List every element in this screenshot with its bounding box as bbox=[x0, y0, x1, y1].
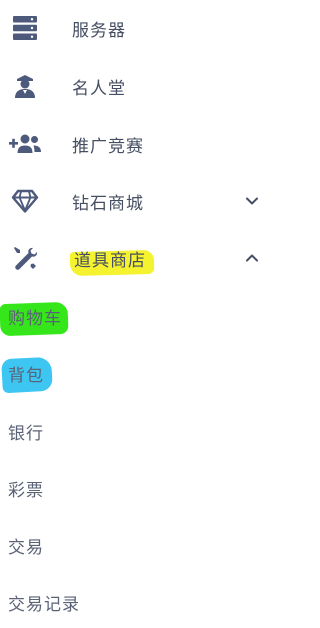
sidebar-subitem-label: 彩票 bbox=[8, 480, 44, 501]
sidebar-subitem-label: 背包 bbox=[8, 361, 44, 386]
sidebar-menu: 服务器 名人堂 推广竞赛 钻石商城 道具商店 购物车 背包 银行 彩票 交易 交… bbox=[0, 0, 300, 627]
sidebar-subitem-trade[interactable]: 交易 bbox=[0, 519, 300, 571]
sidebar-item-hall-of-fame[interactable]: 名人堂 bbox=[0, 60, 300, 112]
server-icon bbox=[8, 11, 42, 45]
sidebar-subitem-cart[interactable]: 购物车 bbox=[0, 290, 300, 342]
sidebar-item-promotion-contest[interactable]: 推广竞赛 bbox=[0, 118, 300, 170]
sidebar-subitem-backpack[interactable]: 背包 bbox=[0, 347, 300, 399]
sidebar-item-server[interactable]: 服务器 bbox=[0, 2, 300, 54]
add-users-icon bbox=[8, 127, 42, 161]
sidebar-subitem-bank[interactable]: 银行 bbox=[0, 405, 300, 457]
diamond-icon bbox=[8, 184, 42, 218]
sidebar-subitem-label: 购物车 bbox=[8, 304, 62, 329]
sidebar-item-diamond-mall[interactable]: 钻石商城 bbox=[0, 175, 300, 227]
sidebar-item-label: 推广竞赛 bbox=[72, 136, 144, 157]
sidebar-item-label: 钻石商城 bbox=[72, 193, 144, 214]
sidebar-subitem-trade-history[interactable]: 交易记录 bbox=[0, 576, 300, 628]
sidebar-item-label: 服务器 bbox=[72, 20, 126, 41]
sidebar-subitem-lottery[interactable]: 彩票 bbox=[0, 462, 300, 514]
highlight-blue: 背包 bbox=[8, 365, 44, 386]
chevron-down-icon[interactable] bbox=[242, 191, 262, 211]
sidebar-item-label: 道具商店 bbox=[72, 246, 148, 271]
chevron-up-icon[interactable] bbox=[242, 248, 262, 268]
sidebar-subitem-label: 银行 bbox=[8, 423, 44, 444]
sidebar-subitem-label: 交易记录 bbox=[8, 594, 80, 615]
highlight-green: 购物车 bbox=[8, 308, 62, 329]
sidebar-subitem-label: 交易 bbox=[8, 537, 44, 558]
tools-icon bbox=[8, 241, 42, 275]
hall-of-fame-icon bbox=[8, 69, 42, 103]
highlight-yellow: 道具商店 bbox=[74, 250, 146, 271]
sidebar-item-label: 名人堂 bbox=[72, 78, 126, 99]
sidebar-item-prop-shop[interactable]: 道具商店 bbox=[0, 232, 300, 284]
